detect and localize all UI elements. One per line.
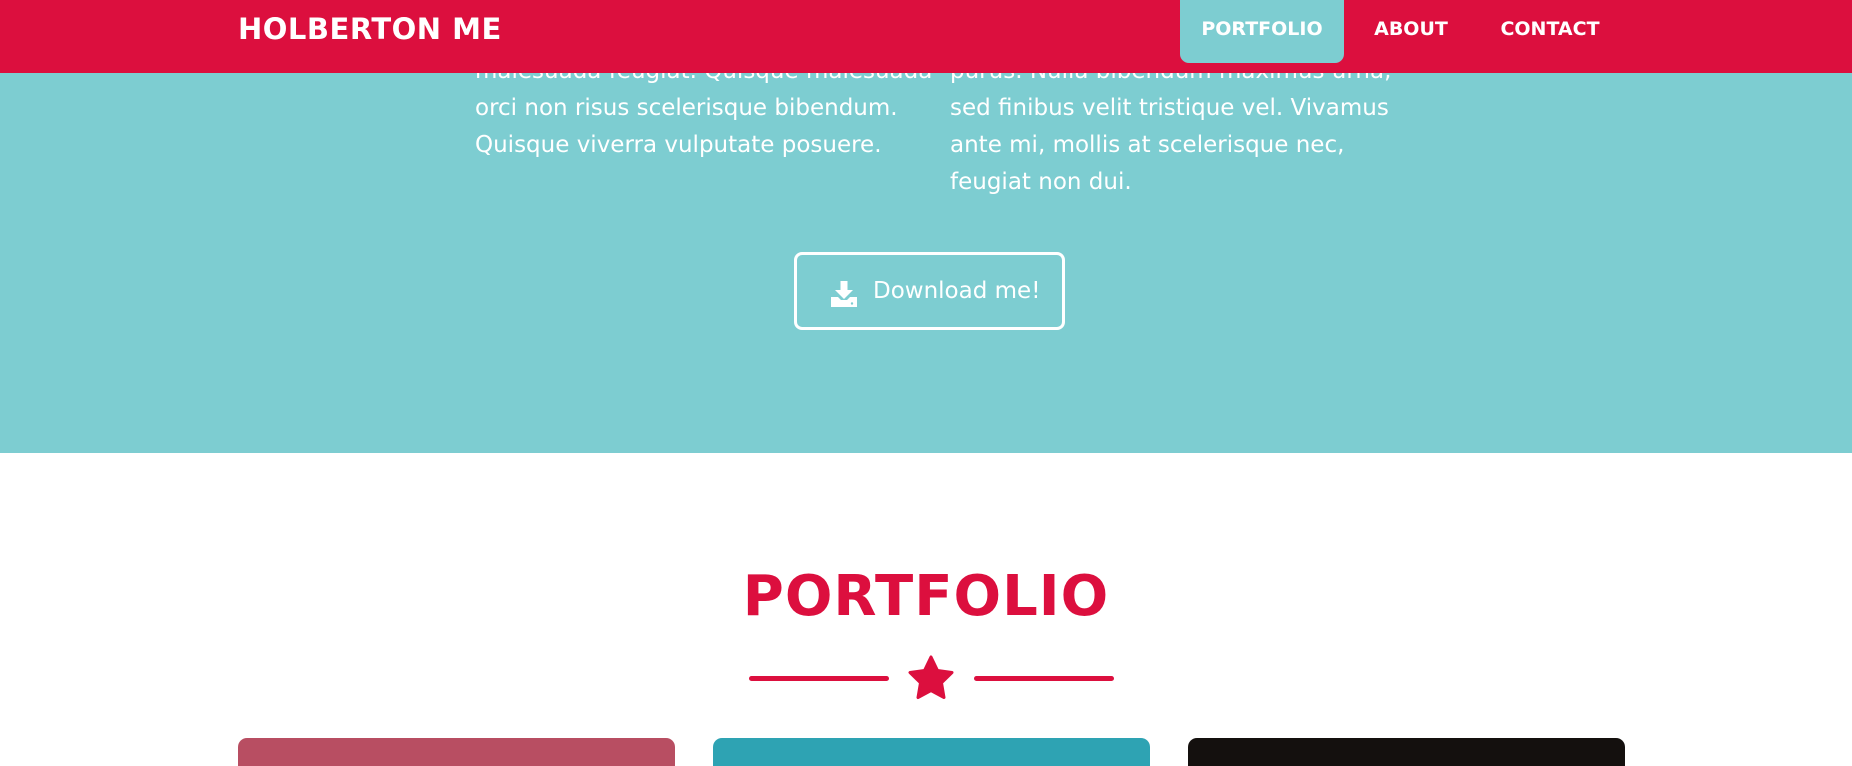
page: malesuada feugiat. Quisque malesuada orc… [0,0,1852,766]
brand-logo[interactable]: HOLBERTON ME [238,9,502,49]
download-button[interactable]: Download me! [794,252,1065,330]
nav-item-portfolio[interactable]: PORTFOLIO [1180,0,1344,63]
download-button-label: Download me! [873,278,1041,304]
paragraph-line: orci non risus scelerisque bibendum. [475,95,898,121]
star-icon [908,655,954,699]
portfolio-card[interactable] [713,738,1150,766]
divider-line-right [974,676,1114,681]
download-icon [831,281,857,307]
nav-item-about[interactable]: ABOUT [1358,0,1464,63]
hero-paragraph-right: purus. Nulla bibendum maximus urna, sed … [950,53,1391,201]
paragraph-line: feugiat non dui. [950,169,1132,195]
navbar: HOLBERTON ME PORTFOLIO ABOUT CONTACT [0,0,1852,73]
paragraph-line: Quisque viverra vulputate posuere. [475,132,882,158]
portfolio-card[interactable] [1188,738,1625,766]
portfolio-card[interactable] [238,738,675,766]
portfolio-title: PORTFOLIO [742,564,1110,629]
nav-item-contact[interactable]: CONTACT [1486,0,1614,63]
paragraph-line: ante mi, mollis at scelerisque nec, [950,132,1345,158]
paragraph-line: sed finibus velit tristique vel. Vivamus [950,95,1389,121]
divider-line-left [749,676,889,681]
